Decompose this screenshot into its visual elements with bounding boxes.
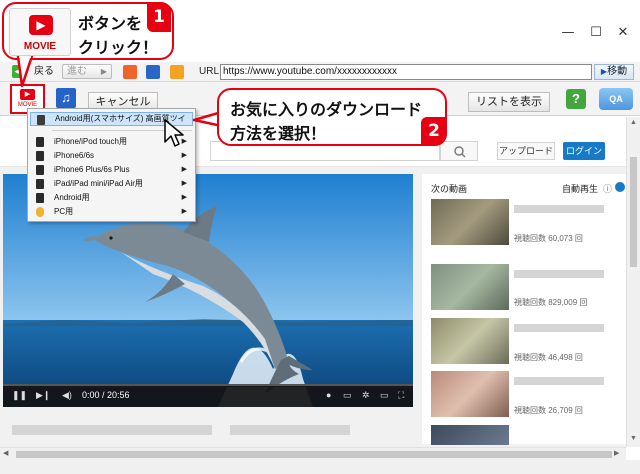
video-thumbnail[interactable] — [431, 425, 509, 445]
cancel-label: キャンセル — [95, 96, 151, 108]
menu-item-iphone6-plus[interactable]: iPhone6 Plus/6s Plus ▶ — [30, 163, 193, 177]
forward-button[interactable]: 進む ▶ — [62, 64, 112, 79]
scroll-thumb[interactable] — [630, 157, 637, 267]
refresh-icon[interactable] — [146, 65, 160, 79]
movie-play-icon: ▶ — [20, 89, 35, 100]
scroll-down-icon[interactable]: ▼ — [630, 435, 637, 442]
scroll-right-icon[interactable]: ▶ — [614, 449, 619, 457]
video-title-blur — [514, 270, 604, 278]
home-icon[interactable] — [170, 65, 184, 79]
menu-item-pc[interactable]: PC用 ▶ — [30, 205, 193, 219]
next-videos-heading: 次の動画 — [431, 184, 468, 194]
movie-callout-label: MOVIE — [23, 41, 57, 52]
video-title-blur — [514, 205, 604, 213]
qa-button[interactable]: QA — [599, 88, 633, 110]
menu-item-label: iPhone6/6s — [54, 151, 95, 160]
menu-item-label: Android用 — [54, 193, 90, 202]
minimize-button[interactable]: — — [558, 24, 578, 42]
device-icon — [37, 115, 45, 125]
phone-icon — [36, 151, 44, 161]
go-label: 移動 — [607, 66, 628, 77]
submenu-arrow-icon: ▶ — [181, 166, 187, 173]
show-list-button[interactable]: リストを表示 — [468, 92, 550, 112]
step-badge-2: 2 — [421, 117, 447, 146]
pc-icon — [36, 207, 44, 217]
movie-play-icon: ▶ — [29, 15, 53, 35]
vertical-scrollbar[interactable]: ▲ ▼ — [626, 117, 640, 447]
url-input[interactable]: https://www.youtube.com/xxxxxxxxxxxx — [220, 64, 592, 80]
mouse-cursor-icon — [164, 119, 184, 147]
submenu-arrow-icon: ▶ — [181, 180, 187, 187]
captions-icon[interactable]: ▭ — [343, 390, 352, 401]
scroll-left-icon[interactable]: ◀ — [3, 449, 8, 457]
callout1-pointer — [16, 56, 34, 88]
description-blur — [230, 425, 350, 435]
autoplay-toggle[interactable] — [615, 182, 625, 192]
upload-button[interactable]: アップロード — [497, 142, 555, 160]
callout1-line1: ボタンを — [78, 14, 143, 33]
url-label: URL — [199, 66, 220, 77]
scroll-up-icon[interactable]: ▲ — [630, 119, 637, 126]
menu-item-label: iPhone6 Plus/6s Plus — [54, 165, 130, 174]
help-button[interactable]: ? — [566, 89, 586, 109]
video-thumbnail[interactable] — [431, 264, 509, 310]
description-blur — [12, 425, 212, 435]
video-title-blur — [514, 377, 604, 385]
callout-select-method: お気に入りのダウンロード 方法を選択！ — [217, 88, 447, 146]
video-thumbnail[interactable] — [431, 371, 509, 417]
phone-icon — [36, 193, 44, 203]
show-list-label: リストを表示 — [476, 96, 542, 108]
login-button[interactable]: ログイン — [563, 142, 605, 160]
theater-icon[interactable]: ▭ — [380, 390, 389, 401]
video-views: 視聴回数 60,073 回 — [514, 234, 583, 243]
video-thumbnail[interactable] — [431, 318, 509, 364]
hscroll-thumb[interactable] — [16, 451, 612, 458]
step-badge-1: 1 — [147, 2, 171, 32]
video-views: 視聴回数 829,009 回 — [514, 298, 588, 307]
video-thumbnail[interactable] — [431, 199, 509, 245]
volume-icon[interactable]: ◀) — [62, 390, 72, 401]
callout2-line2: 方法を選択！ — [230, 124, 327, 143]
settings-gear-icon[interactable]: ✲ — [362, 390, 370, 401]
search-icon — [454, 146, 466, 158]
movie-callout-icon: ▶ MOVIE — [9, 8, 71, 56]
menu-item-label: iPad/iPad mini/iPad Air用 — [54, 179, 143, 188]
info-icon[interactable]: ⓘ — [603, 182, 612, 195]
status-bar — [0, 460, 640, 474]
forward-arrow-icon: ▶ — [100, 67, 107, 76]
autoplay-label: 自動再生 — [562, 184, 599, 194]
callout2-line1: お気に入りのダウンロード — [230, 100, 423, 119]
video-views: 視聴回数 26,709 回 — [514, 406, 583, 415]
submenu-arrow-icon: ▶ — [181, 208, 187, 215]
submenu-arrow-icon: ▶ — [181, 194, 187, 201]
menu-item-iphone6[interactable]: iPhone6/6s ▶ — [30, 149, 193, 163]
search-button[interactable] — [440, 141, 478, 161]
maximize-button[interactable]: ☐ — [586, 24, 606, 42]
watch-later-icon[interactable]: ● — [326, 390, 331, 400]
video-title-blur — [514, 324, 604, 332]
forward-label: 進む — [67, 66, 87, 77]
tablet-icon — [36, 179, 44, 189]
submenu-arrow-icon: ▶ — [181, 152, 187, 159]
menu-item-android[interactable]: Android用 ▶ — [30, 191, 193, 205]
menu-item-label: iPhone/iPod touch用 — [54, 137, 127, 146]
horizontal-scrollbar[interactable]: ◀ ▶ — [0, 447, 626, 460]
menu-item-ipad[interactable]: iPad/iPad mini/iPad Air用 ▶ — [30, 177, 193, 191]
callout1-line2: クリック！ — [78, 38, 159, 57]
phone-icon — [36, 165, 44, 175]
time-display: 0:00 / 20:56 — [82, 390, 130, 400]
video-views: 視聴回数 46,498 回 — [514, 353, 583, 362]
pause-icon[interactable]: ❚❚ — [12, 390, 27, 401]
menu-item-label: PC用 — [54, 207, 74, 216]
fullscreen-icon[interactable]: ⛶ — [398, 390, 404, 401]
close-button[interactable]: ✕ — [613, 24, 633, 42]
music-note-icon[interactable]: ♫ — [56, 88, 76, 108]
phone-icon — [36, 137, 44, 147]
next-icon[interactable]: ▶❙ — [36, 390, 50, 401]
go-button[interactable]: ▶移動 — [594, 64, 634, 80]
record-icon[interactable] — [123, 65, 137, 79]
